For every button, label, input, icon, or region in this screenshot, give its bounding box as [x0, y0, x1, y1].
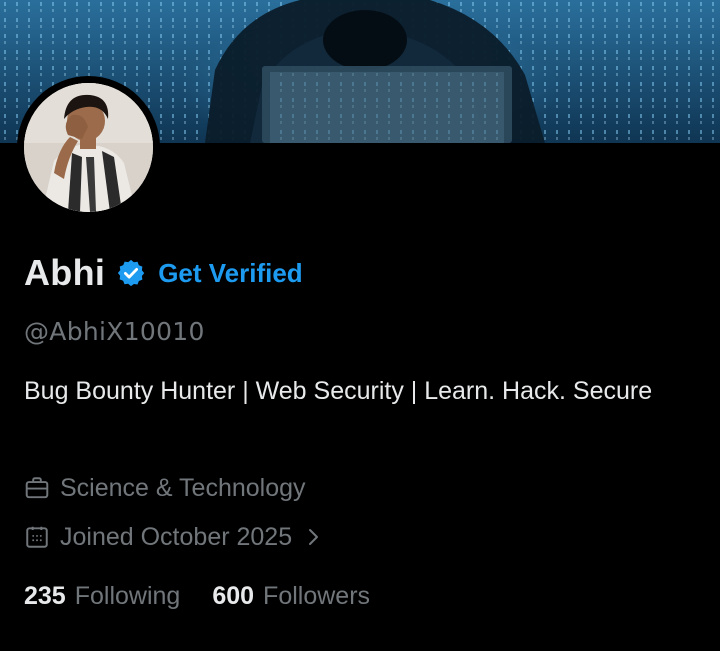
- chevron-right-icon[interactable]: [306, 525, 322, 549]
- profile-handle: @AbhiX10010: [24, 317, 205, 346]
- verified-badge-icon[interactable]: [116, 258, 146, 288]
- briefcase-icon: [24, 475, 50, 501]
- following-label: Following: [74, 581, 181, 610]
- following-link[interactable]: 235 Following: [24, 582, 180, 611]
- followers-count: 600: [212, 581, 255, 610]
- calendar-icon: [24, 524, 50, 550]
- followers-link[interactable]: 600 Followers: [212, 582, 370, 611]
- display-name: Abhi: [24, 252, 106, 293]
- get-verified-link[interactable]: Get Verified: [158, 258, 303, 289]
- profile-stats: 235 Following 600 Followers: [24, 579, 370, 613]
- followers-label: Followers: [263, 581, 371, 610]
- profile-name-row: Abhi Get Verified: [24, 250, 303, 296]
- avatar-photo: [24, 83, 153, 212]
- profile-bio: Bug Bounty Hunter | Web Security | Learn…: [24, 377, 653, 405]
- following-count: 235: [24, 581, 66, 610]
- profile-joined[interactable]: Joined October 2025: [24, 521, 322, 553]
- profile-page: Abhi Get Verified @AbhiX10010 Bug Bounty…: [0, 0, 720, 651]
- avatar[interactable]: [17, 76, 160, 219]
- joined-label: Joined October 2025: [60, 522, 293, 551]
- profile-category: Science & Technology: [24, 472, 306, 504]
- category-label: Science & Technology: [60, 473, 306, 502]
